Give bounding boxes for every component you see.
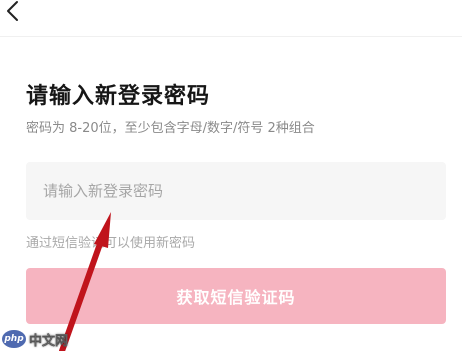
watermark-text: 中文网	[29, 333, 69, 349]
chevron-left-icon	[7, 1, 18, 21]
page-title: 请输入新登录密码	[26, 84, 211, 109]
watermark: php 中文网	[2, 328, 68, 350]
top-bar	[0, 0, 462, 37]
php-logo-icon: php	[2, 330, 26, 348]
sms-verify-link[interactable]: 通过短信验证可以使用新密码	[26, 232, 195, 251]
get-sms-code-button[interactable]: 获取短信验证码	[26, 268, 446, 324]
back-button[interactable]	[2, 0, 24, 24]
new-password-input[interactable]	[26, 162, 446, 220]
password-rule-hint: 密码为 8-20位，至少包含字母/数字/符号 2种组合	[26, 121, 315, 136]
new-password-field	[26, 162, 446, 220]
